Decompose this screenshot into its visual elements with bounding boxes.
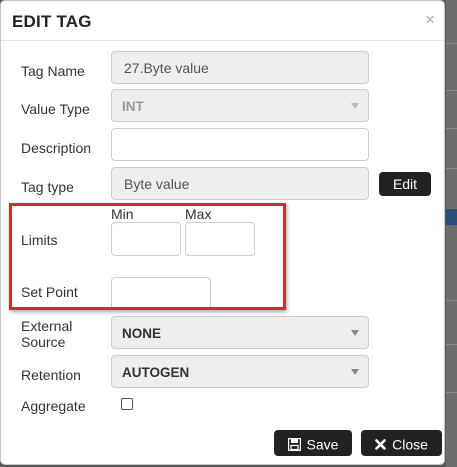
highlight-box	[9, 203, 286, 310]
external-source-label-line1: External	[21, 318, 73, 334]
caret-down-icon	[351, 369, 359, 375]
dialog-title: EDIT TAG	[12, 12, 92, 31]
background-divider	[446, 300, 457, 301]
background-divider	[446, 90, 457, 91]
background-divider	[446, 128, 457, 129]
save-button[interactable]: Save	[274, 430, 352, 456]
edit-tag-type-button[interactable]: Edit	[379, 172, 431, 196]
tag-type-field[interactable]: Byte value	[111, 167, 369, 200]
tag-name-field[interactable]: 27.Byte value	[111, 51, 369, 84]
background-divider	[446, 168, 457, 169]
retention-select[interactable]: AUTOGEN	[111, 355, 369, 388]
edit-tag-dialog: EDIT TAG × Tag Name 27.Byte value Value …	[0, 0, 445, 465]
aggregate-checkbox[interactable]	[121, 398, 133, 410]
retention-selected: AUTOGEN	[122, 365, 190, 380]
tag-name-value: 27.Byte value	[124, 60, 209, 76]
background-divider	[446, 43, 457, 44]
x-icon	[375, 438, 386, 450]
tag-type-value: Byte value	[124, 176, 190, 192]
background-highlight-row	[446, 209, 457, 225]
close-button-label: Close	[392, 436, 428, 453]
value-type-select[interactable]: INT	[111, 89, 369, 122]
caret-down-icon	[351, 330, 359, 336]
value-type-label: Value Type	[21, 101, 90, 117]
close-button[interactable]: Close	[361, 430, 442, 456]
background-page	[446, 0, 457, 467]
background-divider	[446, 392, 457, 393]
caret-down-icon	[351, 103, 359, 109]
value-type-selected: INT	[122, 99, 144, 114]
external-source-select[interactable]: NONE	[111, 316, 369, 349]
floppy-disk-icon	[287, 437, 301, 451]
description-field[interactable]	[111, 128, 369, 161]
tag-type-label: Tag type	[21, 179, 74, 195]
close-icon[interactable]: ×	[425, 11, 435, 28]
retention-label: Retention	[21, 367, 81, 383]
dialog-header: EDIT TAG ×	[1, 1, 444, 41]
external-source-label-line2: Source	[21, 334, 66, 350]
save-button-label: Save	[306, 436, 339, 453]
aggregate-label: Aggregate	[21, 398, 86, 414]
tag-name-label: Tag Name	[21, 63, 85, 79]
description-label: Description	[21, 140, 92, 156]
external-source-selected: NONE	[122, 326, 162, 341]
background-divider	[446, 344, 457, 345]
